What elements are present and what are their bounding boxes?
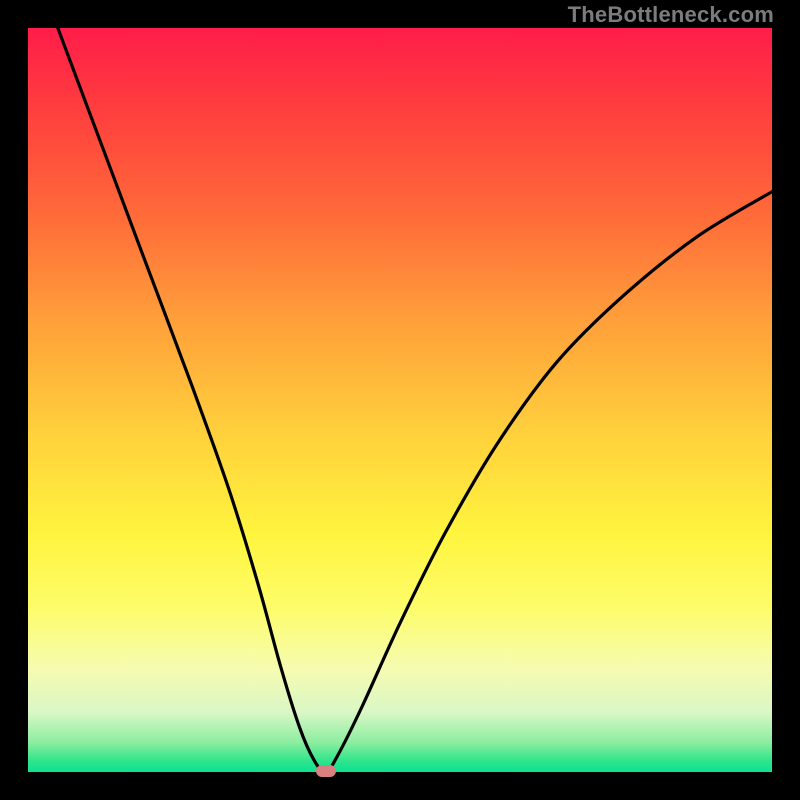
optimal-point-marker [316, 765, 336, 777]
bottleneck-curve [28, 28, 772, 772]
plot-area [28, 28, 772, 772]
watermark-text: TheBottleneck.com [568, 2, 774, 28]
curve-path [58, 28, 772, 772]
chart-frame: TheBottleneck.com [0, 0, 800, 800]
